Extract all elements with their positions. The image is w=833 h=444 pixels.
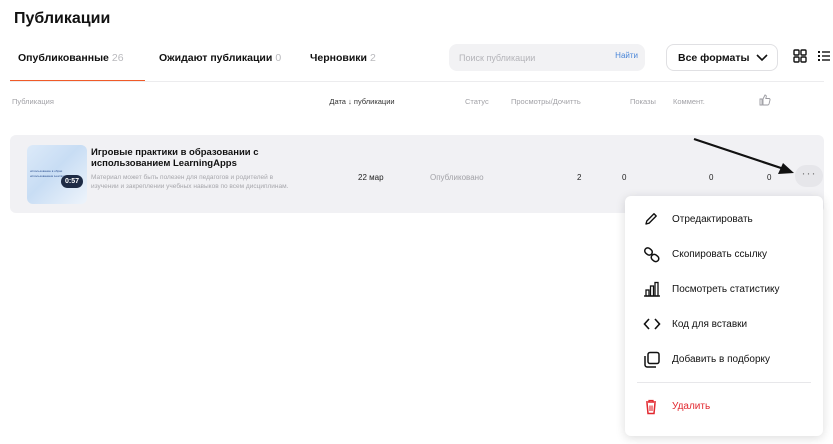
menu-divider	[637, 382, 811, 383]
status-badge: Опубликовано	[430, 173, 484, 182]
tab-count: 0	[275, 52, 282, 64]
tab-published[interactable]: Опубликованные 26	[18, 52, 124, 64]
pencil-icon	[645, 213, 657, 225]
list-view-icon[interactable]	[818, 49, 830, 63]
thumbs-up-icon	[759, 94, 771, 106]
menu-item-embed-code[interactable]: Код для вставки	[625, 313, 823, 337]
tab-count: 26	[111, 52, 124, 64]
menu-item-edit[interactable]: Отредактировать	[625, 208, 823, 232]
column-header-publication: Публикация	[12, 97, 54, 106]
column-header-comments: Коммент.	[673, 97, 705, 106]
annotation-arrow	[693, 137, 794, 174]
tab-count: 2	[370, 52, 376, 64]
menu-item-delete[interactable]: Удалить	[625, 395, 823, 419]
column-header-date[interactable]: Дата ↓ публикации	[326, 96, 398, 107]
tabs-divider	[10, 81, 824, 82]
grid-view-icon[interactable]	[793, 49, 807, 63]
column-header-impressions: Показы	[630, 97, 656, 106]
search-input[interactable]	[459, 50, 599, 65]
menu-item-copy-link[interactable]: Скопировать ссылку	[625, 243, 823, 267]
menu-item-label: Код для вставки	[672, 319, 748, 330]
thumbnail-caption: использованием Learning	[30, 174, 66, 178]
code-icon	[643, 318, 661, 330]
menu-item-label: Посмотреть статистику	[672, 284, 780, 295]
publication-date: 22 мар	[358, 173, 384, 182]
menu-item-add-to-collection[interactable]: Добавить в подборку	[625, 348, 823, 372]
duration-badge: 0:57	[61, 175, 84, 188]
menu-item-statistics[interactable]: Посмотреть статистику	[625, 278, 823, 302]
tab-pending[interactable]: Ожидают публикации 0	[159, 52, 281, 64]
column-header-views-rate: Просмотры/Дочитть	[511, 97, 581, 106]
menu-item-label: Добавить в подборку	[672, 354, 770, 365]
tab-label: Опубликованные	[18, 52, 109, 64]
publication-description: Материал может быть полезен для педагого…	[91, 174, 289, 190]
views-count: 2	[577, 173, 582, 182]
format-dropdown-value: Все форматы	[678, 52, 750, 64]
search-button[interactable]: Найти	[615, 51, 638, 60]
trash-icon	[646, 399, 656, 415]
context-menu: Отредактировать Скопировать ссылку Посмо…	[625, 196, 823, 436]
link-icon	[643, 247, 660, 263]
publication-tabs: Опубликованные 26 Ожидают публикации 0 Чер…	[10, 40, 440, 82]
impressions-count: 0	[622, 173, 627, 182]
page-title: Публикации	[14, 10, 111, 27]
column-header-status: Статус	[465, 97, 489, 106]
chevron-down-icon	[756, 54, 768, 62]
menu-item-label: Отредактировать	[672, 214, 753, 225]
thumbnail-caption: использование в образ	[30, 169, 63, 173]
format-dropdown[interactable]: Все форматы	[666, 44, 778, 71]
tab-label: Черновики	[310, 52, 368, 64]
search-box: Найти	[449, 44, 645, 71]
menu-item-label: Скопировать ссылку	[672, 249, 768, 260]
tab-label: Ожидают публикации	[159, 52, 273, 64]
tab-drafts[interactable]: Черновики 2	[310, 52, 376, 64]
stats-icon	[644, 281, 660, 297]
publication-title[interactable]: Игровые практики в образовании с использ…	[91, 147, 301, 169]
collection-icon	[644, 351, 660, 368]
publication-thumbnail[interactable]: использование в образ использованием Lea…	[27, 145, 87, 204]
menu-item-label: Удалить	[672, 401, 711, 412]
